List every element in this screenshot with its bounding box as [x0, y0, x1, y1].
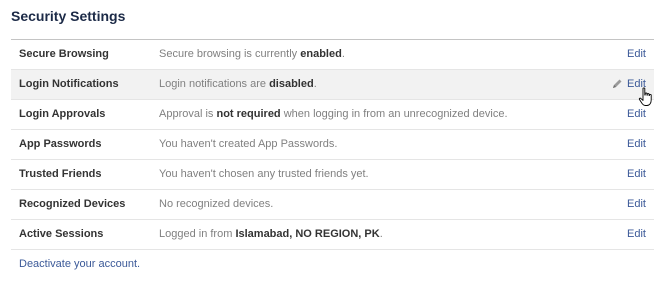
setting-label: Active Sessions	[19, 228, 104, 240]
setting-description: Logged in from Islamabad, NO REGION, PK.	[159, 228, 383, 240]
setting-label: Login Approvals	[19, 108, 106, 120]
setting-description: No recognized devices.	[159, 198, 274, 210]
settings-row-login-approvals: Login Approvals Approval is not required…	[11, 100, 654, 130]
setting-description: You haven't chosen any trusted friends y…	[159, 168, 369, 180]
deactivate-account-link[interactable]: Deactivate your account.	[19, 258, 140, 270]
setting-description: Login notifications are disabled.	[159, 78, 317, 90]
security-settings-table: Secure Browsing Secure browsing is curre…	[11, 39, 654, 250]
edit-link-secure-browsing[interactable]: Edit	[627, 40, 646, 69]
settings-row-app-passwords: App Passwords You haven't created App Pa…	[11, 130, 654, 160]
edit-link-app-passwords[interactable]: Edit	[627, 130, 646, 159]
setting-label: App Passwords	[19, 138, 102, 150]
setting-description: Secure browsing is currently enabled.	[159, 48, 345, 60]
settings-row-login-notifications: Login Notifications Login notifications …	[11, 70, 654, 106]
setting-label: Recognized Devices	[19, 198, 126, 210]
setting-label: Trusted Friends	[19, 168, 102, 180]
pencil-icon[interactable]	[611, 78, 623, 90]
page-title: Security Settings	[11, 8, 126, 24]
edit-link-trusted-friends[interactable]: Edit	[627, 160, 646, 189]
edit-link-recognized-devices[interactable]: Edit	[627, 190, 646, 219]
settings-row-trusted-friends: Trusted Friends You haven't chosen any t…	[11, 160, 654, 190]
edit-link-active-sessions[interactable]: Edit	[627, 220, 646, 249]
edit-link-login-approvals[interactable]: Edit	[627, 100, 646, 129]
settings-row-secure-browsing: Secure Browsing Secure browsing is curre…	[11, 40, 654, 70]
setting-label: Login Notifications	[19, 78, 119, 90]
setting-description: You haven't created App Passwords.	[159, 138, 338, 150]
settings-row-active-sessions: Active Sessions Logged in from Islamabad…	[11, 220, 654, 250]
settings-row-recognized-devices: Recognized Devices No recognized devices…	[11, 190, 654, 220]
setting-description: Approval is not required when logging in…	[159, 108, 508, 120]
setting-label: Secure Browsing	[19, 48, 109, 60]
